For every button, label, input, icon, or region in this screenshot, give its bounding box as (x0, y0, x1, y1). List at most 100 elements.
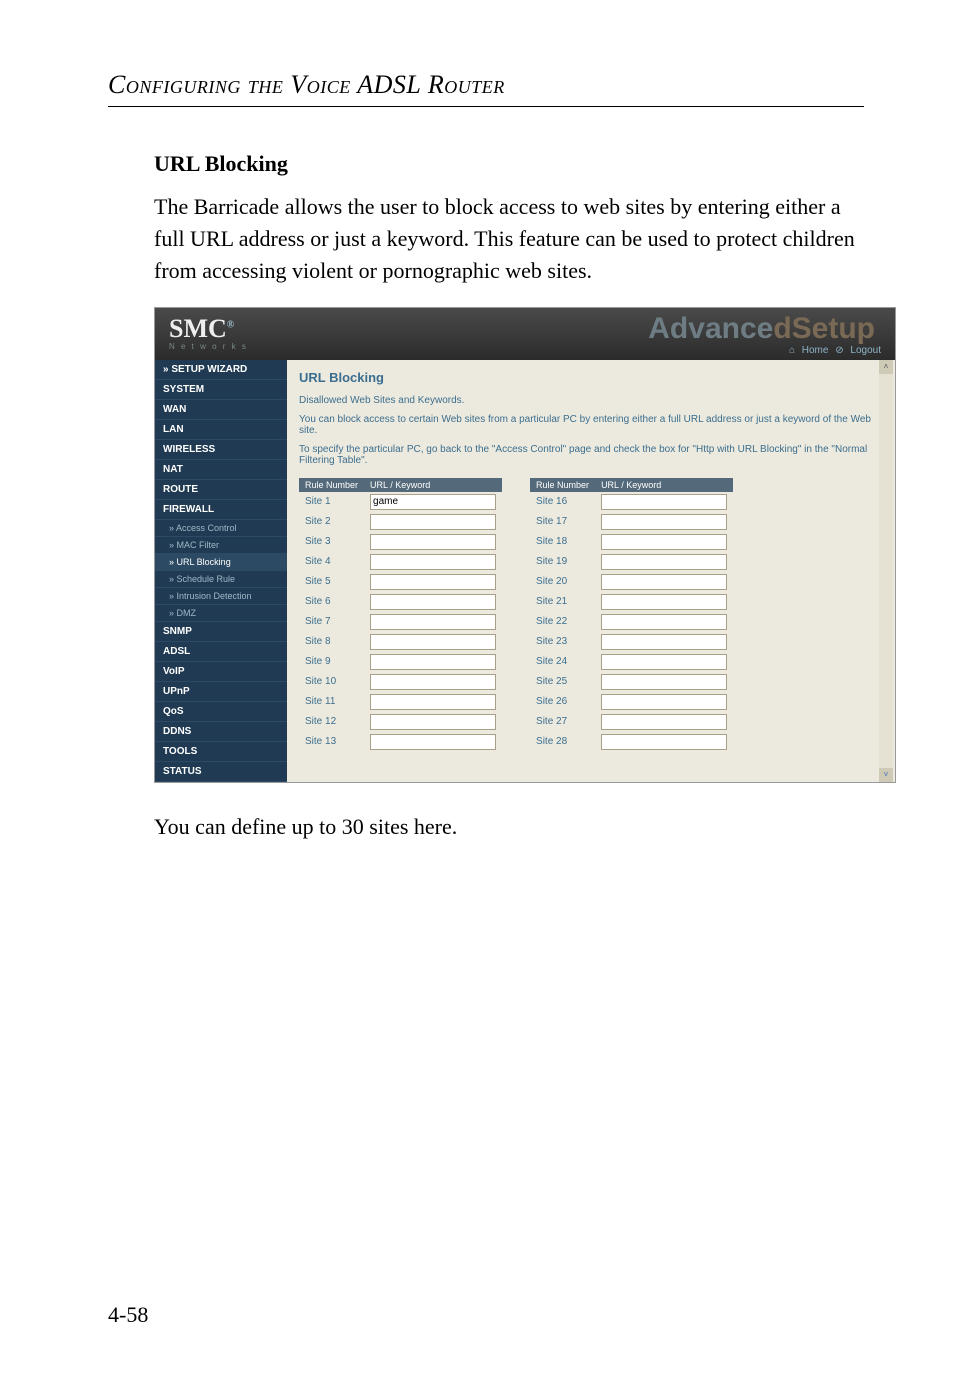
sidebar-item[interactable]: ADSL (155, 642, 287, 662)
rule-number-cell: Site 27 (530, 712, 595, 732)
url-keyword-input[interactable] (601, 554, 727, 570)
url-keyword-input[interactable] (601, 654, 727, 670)
sidebar-item[interactable]: TOOLS (155, 742, 287, 762)
url-keyword-input[interactable] (370, 574, 496, 590)
sidebar-item[interactable]: UPnP (155, 682, 287, 702)
url-keyword-input[interactable] (601, 694, 727, 710)
url-table-left: Rule NumberURL / Keyword Site 1Site 2Sit… (299, 478, 502, 752)
sidebar-subitem[interactable]: » DMZ (155, 605, 287, 622)
rule-number-cell: Site 23 (530, 632, 595, 652)
section-para-1: The Barricade allows the user to block a… (154, 191, 864, 287)
scroll-down-icon[interactable]: ˅ (879, 768, 893, 782)
rule-number-cell: Site 19 (530, 552, 595, 572)
screenshot-header: SMC® N e t w o r k s AdvancedSetup ⌂ Hom… (155, 308, 895, 360)
rule-number-cell: Site 11 (299, 692, 364, 712)
sidebar-item[interactable]: ROUTE (155, 480, 287, 500)
rule-number-cell: Site 18 (530, 532, 595, 552)
url-keyword-input[interactable] (601, 714, 727, 730)
section-para-2: You can define up to 30 sites here. (154, 811, 864, 843)
url-keyword-input[interactable] (601, 574, 727, 590)
sidebar-item[interactable]: VoIP (155, 662, 287, 682)
rule-number-cell: Site 21 (530, 592, 595, 612)
url-keyword-input[interactable] (370, 734, 496, 750)
page-header: Configuring the Voice ADSL Router (108, 70, 864, 100)
url-keyword-input[interactable] (370, 554, 496, 570)
th-rule: Rule Number (530, 478, 595, 492)
page-number: 4-58 (108, 1302, 148, 1328)
th-url: URL / Keyword (364, 478, 502, 492)
sidebar-item[interactable]: FIREWALL (155, 500, 287, 520)
url-table-right: Rule NumberURL / Keyword Site 16Site 17S… (530, 478, 733, 752)
url-keyword-input[interactable] (370, 614, 496, 630)
sidebar-item[interactable]: WIRELESS (155, 440, 287, 460)
sidebar-subitem[interactable]: » MAC Filter (155, 537, 287, 554)
url-keyword-input[interactable] (601, 634, 727, 650)
sidebar-item[interactable]: WAN (155, 400, 287, 420)
sidebar-item[interactable]: SYSTEM (155, 380, 287, 400)
url-keyword-input[interactable] (370, 694, 496, 710)
sidebar-item[interactable]: NAT (155, 460, 287, 480)
url-keyword-input[interactable] (370, 494, 496, 510)
scroll-up-icon[interactable]: ˄ (879, 360, 893, 374)
rule-number-cell: Site 8 (299, 632, 364, 652)
url-keyword-input[interactable] (601, 594, 727, 610)
home-link[interactable]: ⌂ Home (789, 345, 829, 356)
content-text-1: You can block access to certain Web site… (299, 414, 883, 436)
rule-number-cell: Site 26 (530, 692, 595, 712)
url-keyword-input[interactable] (601, 734, 727, 750)
sidebar-item[interactable]: » SETUP WIZARD (155, 360, 287, 380)
header-rule (108, 106, 864, 107)
sidebar-item[interactable]: SNMP (155, 622, 287, 642)
sidebar-item[interactable]: STATUS (155, 762, 287, 782)
sidebar-subitem[interactable]: » Intrusion Detection (155, 588, 287, 605)
rule-number-cell: Site 25 (530, 672, 595, 692)
logo-subtext: N e t w o r k s (169, 342, 248, 351)
section-heading: URL Blocking (154, 151, 864, 177)
url-keyword-input[interactable] (601, 614, 727, 630)
rule-number-cell: Site 28 (530, 732, 595, 752)
url-keyword-input[interactable] (370, 634, 496, 650)
rule-number-cell: Site 16 (530, 492, 595, 512)
sidebar-item[interactable]: DDNS (155, 722, 287, 742)
rule-number-cell: Site 17 (530, 512, 595, 532)
rule-number-cell: Site 2 (299, 512, 364, 532)
sidebar-subitem[interactable]: » Schedule Rule (155, 571, 287, 588)
content-text-2: To specify the particular PC, go back to… (299, 444, 883, 466)
rule-number-cell: Site 10 (299, 672, 364, 692)
logo: SMC® (169, 314, 234, 344)
url-keyword-input[interactable] (601, 674, 727, 690)
url-keyword-input[interactable] (370, 514, 496, 530)
rule-number-cell: Site 7 (299, 612, 364, 632)
url-keyword-input[interactable] (601, 534, 727, 550)
th-rule: Rule Number (299, 478, 364, 492)
rule-number-cell: Site 6 (299, 592, 364, 612)
rule-number-cell: Site 5 (299, 572, 364, 592)
sidebar: » SETUP WIZARDSYSTEMWANLANWIRELESSNATROU… (155, 360, 287, 782)
advanced-setup-title: AdvancedSetup (648, 312, 875, 346)
logout-link[interactable]: ⊘ Logout (835, 345, 881, 356)
router-screenshot: SMC® N e t w o r k s AdvancedSetup ⌂ Hom… (154, 307, 896, 783)
sidebar-item[interactable]: QoS (155, 702, 287, 722)
rule-number-cell: Site 13 (299, 732, 364, 752)
url-keyword-input[interactable] (370, 674, 496, 690)
url-keyword-input[interactable] (370, 594, 496, 610)
content-subtitle: Disallowed Web Sites and Keywords. (299, 395, 883, 406)
scrollbar[interactable]: ˄ ˅ (879, 360, 893, 782)
content-title: URL Blocking (299, 370, 883, 385)
rule-number-cell: Site 9 (299, 652, 364, 672)
url-keyword-input[interactable] (601, 514, 727, 530)
sidebar-subitem[interactable]: » Access Control (155, 520, 287, 537)
url-keyword-input[interactable] (601, 494, 727, 510)
header-links: ⌂ Home ⊘ Logout (785, 345, 881, 356)
url-keyword-input[interactable] (370, 714, 496, 730)
rule-number-cell: Site 4 (299, 552, 364, 572)
content-panel: ˄ ˅ URL Blocking Disallowed Web Sites an… (287, 360, 895, 782)
url-keyword-input[interactable] (370, 654, 496, 670)
rule-number-cell: Site 12 (299, 712, 364, 732)
rule-number-cell: Site 24 (530, 652, 595, 672)
rule-number-cell: Site 3 (299, 532, 364, 552)
url-keyword-input[interactable] (370, 534, 496, 550)
rule-number-cell: Site 22 (530, 612, 595, 632)
sidebar-item[interactable]: LAN (155, 420, 287, 440)
sidebar-subitem[interactable]: » URL Blocking (155, 554, 287, 571)
